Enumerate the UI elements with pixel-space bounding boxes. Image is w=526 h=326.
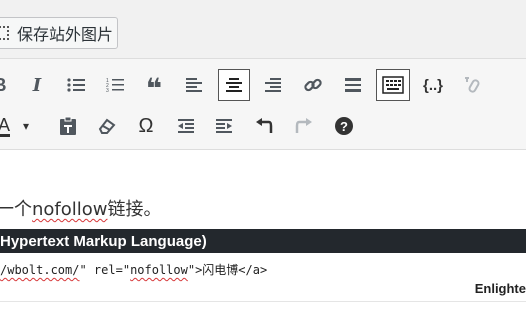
numbered-list-button[interactable]: 123 — [99, 69, 131, 101]
dropdown-caret-icon: ▾ — [22, 119, 30, 133]
toolbar-toggle-icon — [382, 76, 404, 94]
align-center-button[interactable] — [218, 69, 250, 101]
align-left-icon — [186, 78, 202, 92]
read-more-icon — [345, 78, 361, 92]
image-icon — [0, 26, 9, 40]
blockquote-icon: ❝ — [145, 73, 163, 104]
code-rel-value: nofollow — [130, 263, 188, 277]
insert-link-button[interactable] — [297, 69, 329, 101]
code-button[interactable]: {..} — [418, 69, 448, 101]
redo-button[interactable] — [288, 110, 320, 142]
code-attr: " rel=" — [79, 263, 131, 277]
paragraph-text: 一个nofollow链接。 — [0, 195, 162, 221]
code-tail: ">闪电博</a> — [187, 263, 268, 277]
bulleted-list-button[interactable] — [60, 69, 92, 101]
para-prefix: 一个 — [0, 199, 32, 220]
bulleted-list-icon — [67, 78, 85, 92]
remove-link-icon — [465, 77, 480, 93]
outdent-icon — [178, 119, 194, 133]
para-suffix: 链接。 — [107, 199, 162, 220]
clear-formatting-button[interactable] — [91, 110, 123, 142]
help-button[interactable]: ? — [328, 110, 360, 142]
insert-link-icon — [304, 78, 322, 92]
toolbar-row-1: B I 123 ❝ — [0, 69, 526, 103]
undo-button[interactable] — [248, 110, 280, 142]
blockquote-button[interactable]: ❝ — [138, 69, 170, 104]
italic-button[interactable]: I — [21, 69, 53, 101]
align-right-icon — [265, 78, 281, 92]
outdent-button[interactable] — [170, 110, 202, 142]
bold-icon: B — [0, 75, 7, 96]
save-external-images-button[interactable]: 保存站外图片 — [0, 17, 118, 49]
toolbar-row-2: A ▾ Ω ? — [0, 110, 526, 144]
text-color-dropdown[interactable]: ▾ — [16, 110, 36, 142]
editor-content[interactable]: 一个nofollow链接。 Hypertext Markup Language)… — [0, 150, 526, 326]
undo-icon — [256, 118, 273, 133]
code-block-header: Hypertext Markup Language) — [0, 229, 526, 253]
help-icon: ? — [335, 117, 353, 135]
read-more-button[interactable] — [337, 69, 369, 101]
editor-toolbar: B I 123 ❝ — [0, 58, 526, 150]
bold-button[interactable]: B — [0, 69, 16, 101]
align-left-button[interactable] — [178, 69, 210, 101]
svg-text:3: 3 — [106, 88, 109, 93]
special-character-icon: Ω — [138, 114, 154, 137]
misspelled-word: nofollow — [32, 199, 108, 220]
save-external-images-label: 保存站外图片 — [17, 27, 114, 44]
enlighter-brand: Enlighte — [474, 281, 526, 296]
clear-formatting-icon — [98, 118, 116, 134]
indent-button[interactable] — [208, 110, 240, 142]
code-url: /wbolt.com/ — [0, 263, 80, 277]
toolbar-toggle-button[interactable] — [376, 69, 410, 101]
code-block: /wbolt.com/" rel="nofollow">闪电博</a> Enli… — [0, 253, 526, 302]
text-color-icon: A — [0, 116, 10, 137]
code-language-title: Hypertext Markup Language) — [0, 232, 207, 250]
special-character-button[interactable]: Ω — [130, 110, 162, 142]
indent-icon — [216, 119, 232, 133]
redo-icon — [295, 118, 312, 133]
align-right-button[interactable] — [257, 69, 289, 101]
paste-as-text-icon — [60, 116, 76, 135]
editor-top-bar: 保存站外图片 — [0, 0, 526, 58]
remove-link-button[interactable] — [458, 69, 490, 101]
align-center-icon — [226, 78, 242, 92]
numbered-list-icon: 123 — [106, 78, 124, 93]
paste-as-text-button[interactable] — [52, 110, 84, 142]
code-icon: {..} — [422, 76, 443, 94]
italic-icon: I — [32, 74, 42, 96]
code-line: /wbolt.com/" rel="nofollow">闪电博</a> — [0, 261, 267, 278]
